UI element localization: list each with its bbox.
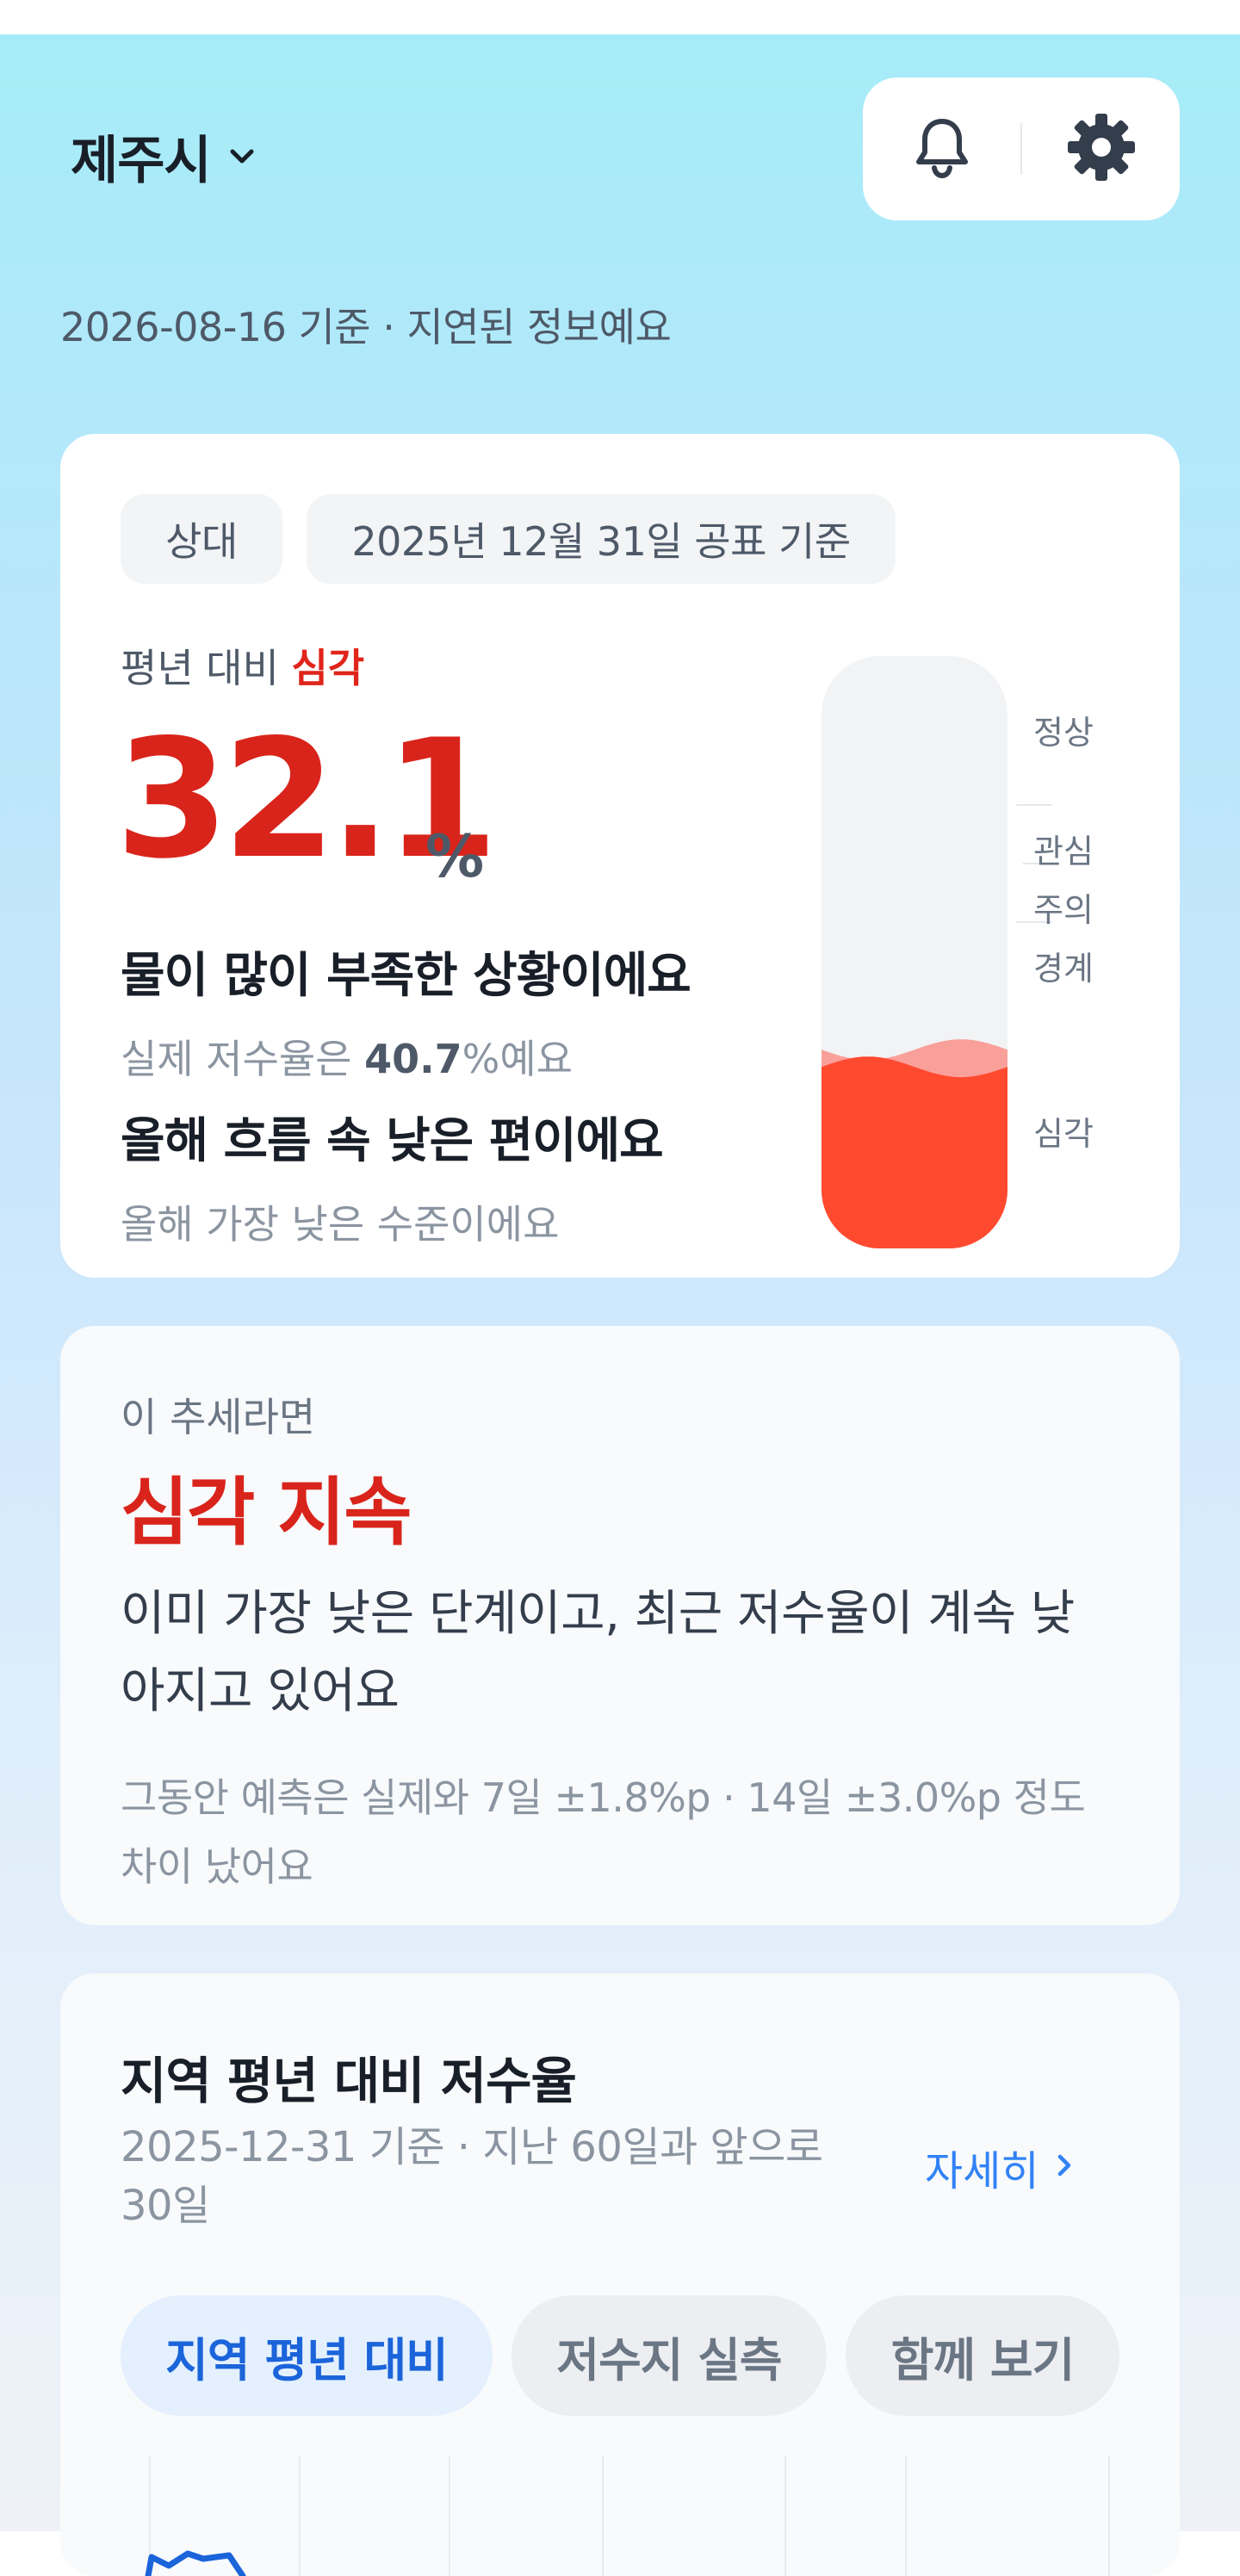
date-chip: 2025년 12월 31일 공표 기준 xyxy=(307,494,896,584)
detail-link-label: 자세히 xyxy=(925,2147,1039,2195)
notifications-button[interactable] xyxy=(863,77,1020,220)
forecast-kicker: 이 추세라면 xyxy=(121,1394,316,1440)
data-status-line: 2026-08-16 기준 · 지연된 정보예요 xyxy=(60,304,672,350)
gauge-label-severe: 심각 xyxy=(1033,1115,1094,1153)
actual-rate-suffix: %예요 xyxy=(462,1036,574,1082)
chart-series-line xyxy=(145,2550,246,2576)
mode-chip: 상대 xyxy=(121,494,282,584)
forecast-body: 이미 가장 낮은 단계이고, 최근 저수율이 계속 낮아지고 있어요 xyxy=(121,1586,1075,1719)
forecast-accuracy-note: 그동안 예측은 실제와 7일 ±1.8%p · 14일 ±3.0%p 정도 차이… xyxy=(121,1774,1086,1890)
chevron-right-icon xyxy=(1054,2143,1076,2191)
forecast-card: 이 추세라면 심각 지속 이미 가장 낮은 단계이고, 최근 저수율이 계속 낮… xyxy=(60,1326,1180,1925)
level-prefix: 평년 대비 xyxy=(121,645,279,691)
actual-rate-text: 실제 저수율은 40.7%예요 xyxy=(121,1028,573,1085)
bell-icon xyxy=(908,113,976,185)
gauge-label-normal: 정상 xyxy=(1033,714,1094,752)
gauge-fill xyxy=(822,1056,1008,1248)
trend-message: 올해 흐름 속 낮은 편이에요 xyxy=(121,1113,664,1169)
actual-rate-value: 40.7 xyxy=(364,1036,462,1082)
trend-card: 지역 평년 대비 저수율 2025-12-31 기준 · 지난 60일과 앞으로… xyxy=(60,1973,1180,2576)
status-message: 물이 많이 부족한 상황이에요 xyxy=(121,948,691,1004)
tab-reservoir-actual[interactable]: 저수지 실측 xyxy=(512,2295,827,2416)
tab-combined-view[interactable]: 함께 보기 xyxy=(846,2295,1119,2416)
chevron-down-icon xyxy=(225,139,259,174)
region-name: 제주시 xyxy=(71,131,212,191)
gear-icon xyxy=(1064,110,1138,188)
app-screen: 제주시 2026-08-16 기준 · 지연된 정보예요 상대 2025년 12… xyxy=(0,34,1240,2576)
gauge-label-caution: 주의 xyxy=(1033,891,1094,929)
header-actions xyxy=(863,77,1180,220)
level-badge: 심각 xyxy=(291,645,365,691)
settings-button[interactable] xyxy=(1022,77,1180,220)
tab-regional-average[interactable]: 지역 평년 대비 xyxy=(121,2295,493,2416)
water-level-card: 상대 2025년 12월 31일 공표 기준 평년 대비 심각 32.1 % 물… xyxy=(60,434,1180,1278)
region-selector[interactable]: 제주시 xyxy=(71,119,259,194)
gauge-tick xyxy=(1016,804,1052,806)
trend-subtext: 올해 가장 낮은 수준이에요 xyxy=(121,1201,560,1248)
actual-rate-prefix: 실제 저수율은 xyxy=(121,1036,365,1082)
trend-card-title: 지역 평년 대비 저수율 xyxy=(121,2052,577,2110)
percent-unit: % xyxy=(425,823,485,891)
trend-chart xyxy=(145,2455,1110,2576)
trend-card-subtitle: 2025-12-31 기준 · 지난 60일과 앞으로 30일 xyxy=(121,2123,823,2230)
forecast-title: 심각 지속 xyxy=(121,1470,412,1556)
level-line: 평년 대비 심각 xyxy=(121,637,364,694)
detail-link[interactable]: 자세히 xyxy=(925,2137,1076,2197)
level-gauge xyxy=(822,656,1008,1248)
gauge-label-interest: 관심 xyxy=(1033,833,1094,870)
gauge-label-warning: 경계 xyxy=(1033,950,1094,988)
